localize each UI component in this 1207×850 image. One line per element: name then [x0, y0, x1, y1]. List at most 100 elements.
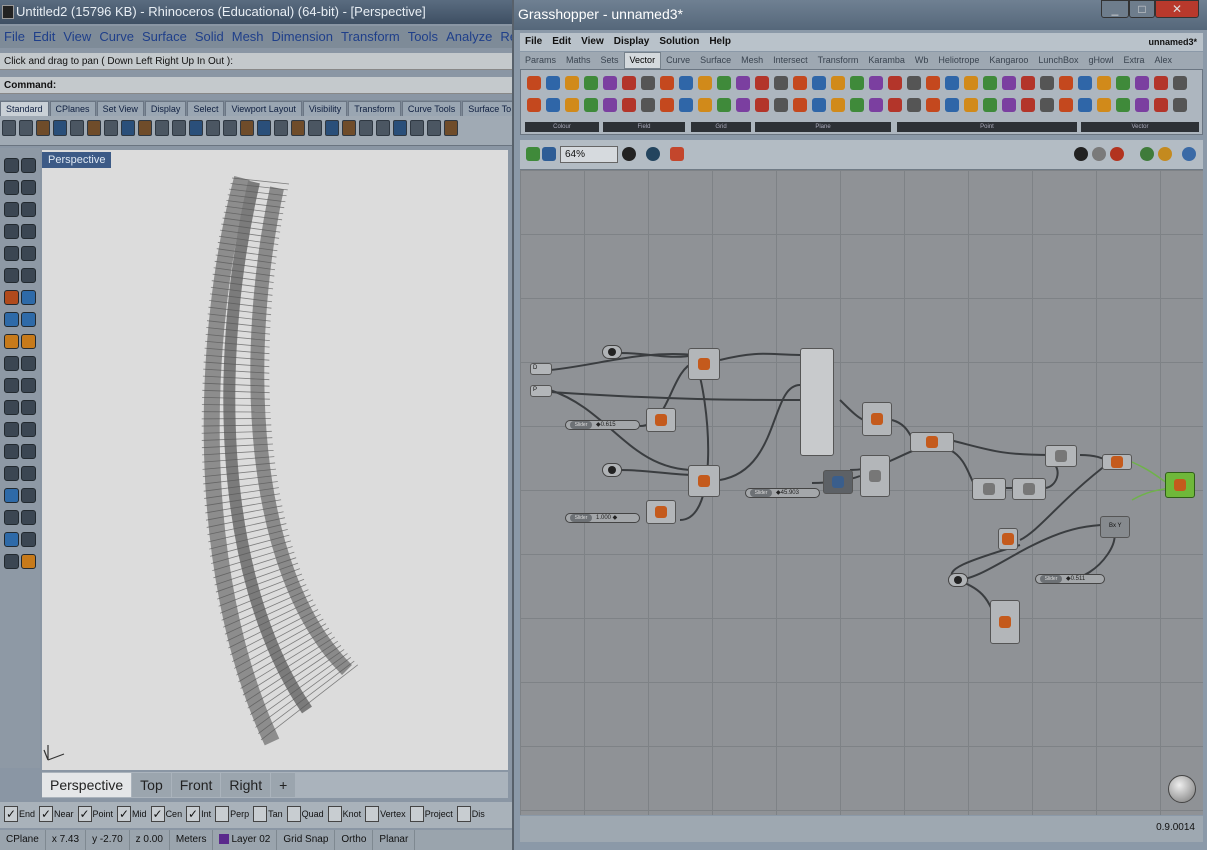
merge-component[interactable] [800, 348, 834, 456]
vector-component-icon[interactable] [622, 76, 636, 90]
osnap-checkbox[interactable]: ✓ [186, 806, 201, 822]
open-file-icon[interactable] [526, 147, 540, 161]
vector-component-icon[interactable] [888, 98, 902, 112]
zoom-selected-icon[interactable] [240, 120, 254, 136]
vector-component-icon[interactable] [1135, 76, 1149, 90]
boolean-icon[interactable] [4, 334, 19, 349]
number-slider-3[interactable]: Slider ◆45.903 [745, 488, 820, 498]
zoom-extents-icon[interactable] [622, 147, 636, 161]
node-d[interactable]: D [530, 363, 552, 375]
osnap-knot[interactable]: Knot [327, 806, 361, 822]
render-icon[interactable] [376, 120, 390, 136]
gh-tab-maths[interactable]: Maths [561, 52, 596, 69]
viewport-tab-top[interactable]: Top [132, 773, 171, 797]
gh-tab-curve[interactable]: Curve [661, 52, 695, 69]
viewport-tab-perspective[interactable]: Perspective [42, 773, 132, 797]
menu-file[interactable]: File [0, 26, 29, 48]
copy-object-icon[interactable] [21, 378, 36, 393]
bx-component[interactable]: Bx Y [1100, 516, 1130, 538]
viewport-tab-add[interactable]: + [271, 773, 296, 797]
vector-component-icon[interactable] [660, 98, 674, 112]
menu-tools[interactable]: Tools [404, 26, 442, 48]
status-grid-snap[interactable]: Grid Snap [277, 830, 336, 850]
vector-component-icon[interactable] [1116, 76, 1130, 90]
status-layer[interactable]: Layer 02 [213, 830, 278, 850]
paste-icon[interactable] [121, 120, 135, 136]
vector-component-icon[interactable] [869, 76, 883, 90]
shaded-icon[interactable] [410, 120, 424, 136]
vector-component-icon[interactable] [546, 98, 560, 112]
gh-component-12[interactable] [1102, 454, 1132, 470]
osnap-project[interactable]: Project [409, 806, 453, 822]
preview-wire-icon[interactable] [1074, 147, 1088, 161]
vector-component-icon[interactable] [717, 98, 731, 112]
gh-tab-wb[interactable]: Wb [910, 52, 934, 69]
vector-component-icon[interactable] [926, 76, 940, 90]
tab-display[interactable]: Display [144, 101, 187, 116]
gh-component-10[interactable] [1012, 478, 1046, 500]
gh-tab-transform[interactable]: Transform [813, 52, 864, 69]
vector-component-icon[interactable] [1021, 76, 1035, 90]
split-icon[interactable] [21, 356, 36, 371]
vector-component-icon[interactable] [660, 76, 674, 90]
zoom-window-icon[interactable] [206, 120, 220, 136]
panel-knob-3[interactable] [948, 573, 968, 587]
gh-tab-kangaroo[interactable]: Kangaroo [984, 52, 1033, 69]
perspective-viewport[interactable] [42, 150, 508, 770]
gh-component-7[interactable] [860, 455, 890, 497]
vector-component-icon[interactable] [1002, 98, 1016, 112]
number-slider-4[interactable]: Slider ◆0.511 [1035, 574, 1105, 584]
vector-component-icon[interactable] [774, 98, 788, 112]
vector-component-icon[interactable] [1021, 98, 1035, 112]
gh-menu-edit[interactable]: Edit [547, 33, 576, 51]
vector-component-icon[interactable] [1059, 98, 1073, 112]
vector-component-icon[interactable] [1040, 98, 1054, 112]
osnap-point[interactable]: ✓ Point [77, 806, 113, 822]
arc-icon[interactable] [21, 202, 36, 217]
paint-icon[interactable] [670, 147, 684, 161]
menu-solid[interactable]: Solid [191, 26, 228, 48]
osnap-checkbox[interactable]: ✓ [39, 806, 54, 822]
gh-menu-file[interactable]: File [520, 33, 547, 51]
vector-component-icon[interactable] [793, 76, 807, 90]
vector-component-icon[interactable] [850, 98, 864, 112]
vector-component-icon[interactable] [774, 76, 788, 90]
tab-viewport-layout[interactable]: Viewport Layout [225, 101, 302, 116]
surface-icon[interactable] [4, 268, 19, 283]
tools-icon[interactable] [21, 554, 36, 569]
status-units[interactable]: Meters [170, 830, 214, 850]
vector-component-icon[interactable] [641, 98, 655, 112]
number-slider-2[interactable]: Slider 1.000 ◆ [565, 513, 640, 523]
maximize-icon[interactable]: □ [1129, 0, 1155, 18]
gh-tab-sets[interactable]: Sets [596, 52, 624, 69]
grid-icon[interactable] [4, 510, 19, 525]
vector-component-icon[interactable] [888, 76, 902, 90]
vector-component-icon[interactable] [964, 98, 978, 112]
check-icon[interactable] [21, 532, 36, 547]
analyze-icon[interactable] [4, 488, 19, 503]
vector-component-icon[interactable] [527, 98, 541, 112]
gh-component-2[interactable] [646, 500, 676, 524]
osnap-checkbox[interactable] [286, 806, 301, 822]
dimension-icon[interactable] [4, 444, 19, 459]
navigation-widget[interactable] [1168, 775, 1196, 803]
osnap-checkbox[interactable] [365, 806, 380, 822]
osnap-checkbox[interactable] [327, 806, 342, 822]
menu-transform[interactable]: Transform [337, 26, 404, 48]
tab-visibility[interactable]: Visibility [302, 101, 348, 116]
hide-icon[interactable] [308, 120, 322, 136]
gh-component-3[interactable] [688, 348, 720, 380]
vector-component-icon[interactable] [622, 98, 636, 112]
status-ortho[interactable]: Ortho [335, 830, 374, 850]
vector-component-icon[interactable] [755, 76, 769, 90]
osnap-checkbox[interactable] [253, 806, 268, 822]
vector-component-icon[interactable] [717, 76, 731, 90]
gh-component-14[interactable] [990, 600, 1020, 644]
gh-tab-lunchbox[interactable]: LunchBox [1033, 52, 1083, 69]
tab-surface-tools[interactable]: Surface To [462, 101, 512, 116]
vector-component-icon[interactable] [1040, 76, 1054, 90]
scale-icon[interactable] [21, 400, 36, 415]
minimize-icon[interactable]: _ [1101, 0, 1129, 18]
osnap-checkbox[interactable]: ✓ [117, 806, 132, 822]
preview-selected-icon[interactable] [1110, 147, 1124, 161]
